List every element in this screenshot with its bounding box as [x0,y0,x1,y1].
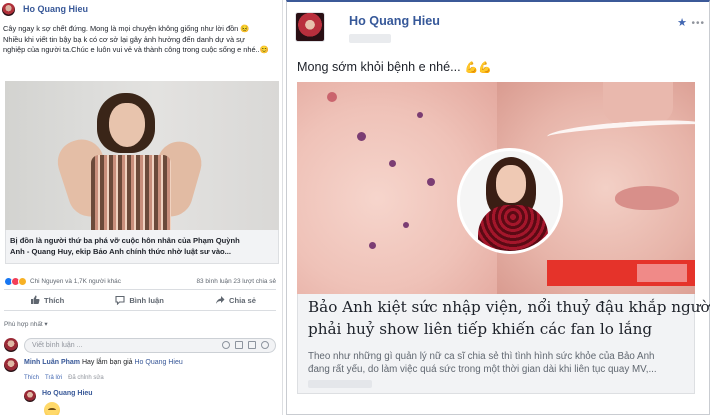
photo-shape [496,165,526,203]
post-timestamp-blurred [349,34,391,43]
comment-reply-link[interactable]: Trả lời [45,375,62,381]
divider [4,289,276,290]
photo-shape [109,103,145,147]
link-preview-image[interactable] [297,82,695,294]
photo-shape [637,264,687,282]
photo-spot [389,160,396,167]
reply-user-name[interactable]: Ho Quang Hieu [42,390,93,402]
composer-icons [222,341,269,349]
post-message: Mong sớm khỏi bệnh e nhé... 💪💪 [297,60,492,74]
comment-placeholder: Viết bình luận ... [32,341,83,349]
comment-label: Bình luận [129,295,164,305]
reactors-text[interactable]: Chi Nguyen và 1,7K người khác [30,278,121,285]
like-button[interactable]: Thích [30,292,64,308]
comment-item: Minh Luân Pham Hay lắm bạn giả Ho Quang … [4,358,276,372]
link-source-blurred [308,380,372,388]
post-text: Cây ngay k sợ chết đứng. Mong là mọi chu… [3,24,275,56]
sad-emoji-icon [44,402,60,415]
photo-spot [357,132,366,141]
photo-spot [327,92,337,102]
comment-edited-label: Đã chỉnh sửa [68,375,104,381]
muscle-emoji: 💪💪 [464,61,493,74]
comment-icon [115,295,125,305]
comment-bubble: Minh Luân Pham Hay lắm bạn giả Ho Quang … [24,358,183,372]
author-name[interactable]: Ho Quang Hieu [23,4,88,14]
left-post-header: Ho Quang Hieu [2,2,88,16]
like-label: Thích [44,295,65,305]
post-text-line: Nhiều khi viết tin bậy bạ k có cơ sở lại… [3,34,245,44]
inset-portrait [457,148,563,254]
commenter-name[interactable]: Minh Luân Pham [24,359,80,366]
author-avatar[interactable] [295,12,325,42]
photo-shape [91,155,171,230]
camera-icon[interactable] [235,341,243,349]
share-label: Chia sẻ [228,295,256,305]
link-title-line: Anh - Quang Huy, ekip Bảo Anh chính thức… [10,247,232,256]
share-button[interactable]: Chia sẻ [215,292,256,308]
post-text-line: nghiệp của người ta.Chúc e luôn vui vẻ v… [3,45,269,55]
photo-shape [478,205,548,251]
comment-button[interactable]: Bình luận [115,292,164,308]
comment-text: Hay lắm bạn giả [81,359,133,366]
share-icon [215,296,225,304]
more-icon[interactable]: ••• [691,18,705,29]
divider [4,310,276,311]
photo-spot [417,112,423,118]
right-post: Ho Quang Hieu ★ ••• Mong sớm khỏi bệnh e… [286,0,710,415]
link-description-line: đang rất yếu, do làm việc quá sức trong … [308,364,657,375]
like-icon [31,295,40,304]
photo-spot [369,242,376,249]
link-preview-caption[interactable]: Bị đồn là người thứ ba phá vỡ cuộc hôn n… [5,230,279,264]
reaction-summary[interactable]: Chi Nguyen và 1,7K người khác 83 bình lu… [4,275,276,287]
comment-sort-dropdown[interactable]: Phù hợp nhất ▾ [4,320,48,328]
comment-meta: Thích Trả lời Đã chỉnh sửa [24,375,104,381]
wow-reaction-icon [18,276,27,286]
star-icon[interactable]: ★ [677,16,687,29]
link-title-line: Bị đồn là người thứ ba phá vỡ cuộc hôn n… [10,236,240,245]
emoji-icon[interactable] [222,341,230,349]
post-text-line: Cây ngay k sợ chết đứng. Mong là mọi chu… [3,24,250,33]
comment-composer: Viết bình luận ... [4,337,276,353]
author-name[interactable]: Ho Quang Hieu [349,14,440,28]
photo-spot [403,222,409,228]
author-avatar[interactable] [2,2,15,16]
post-message-text: Mong sớm khỏi bệnh e nhé... [297,60,461,74]
reply-item: Ho Quang Hieu [24,390,274,402]
photo-spot [427,178,435,186]
link-headline-line: phải huỷ show liên tiếp khiến các fan lo… [308,320,653,338]
gif-icon[interactable] [248,341,256,349]
reply-avatar[interactable] [24,390,36,402]
comment-like-link[interactable]: Thích [24,375,39,381]
link-headline-line: Bảo Anh kiệt sức nhập viện, nổi thuỷ đậu… [308,298,710,316]
left-post: Ho Quang Hieu Cây ngay k sợ chết đứng. M… [0,0,283,415]
comment-share-counts[interactable]: 83 bình luận 23 lượt chia sẻ [196,278,276,285]
action-bar: Thích Bình luận Chia sẻ [4,292,276,308]
commenter-avatar[interactable] [4,358,18,372]
viewer-avatar [4,338,18,352]
comment-tag[interactable]: Ho Quang Hieu [135,359,183,366]
link-preview-image[interactable] [5,81,279,230]
right-post-header: Ho Quang Hieu ★ ••• [295,12,705,52]
comment-input[interactable]: Viết bình luận ... [24,337,276,353]
link-preview-caption[interactable]: Bảo Anh kiệt sức nhập viện, nổi thuỷ đậu… [297,294,710,394]
link-description-line: Theo như những gì quản lý nữ ca sĩ chia … [308,351,655,362]
sticker-icon[interactable] [261,341,269,349]
photo-shape [615,186,679,210]
